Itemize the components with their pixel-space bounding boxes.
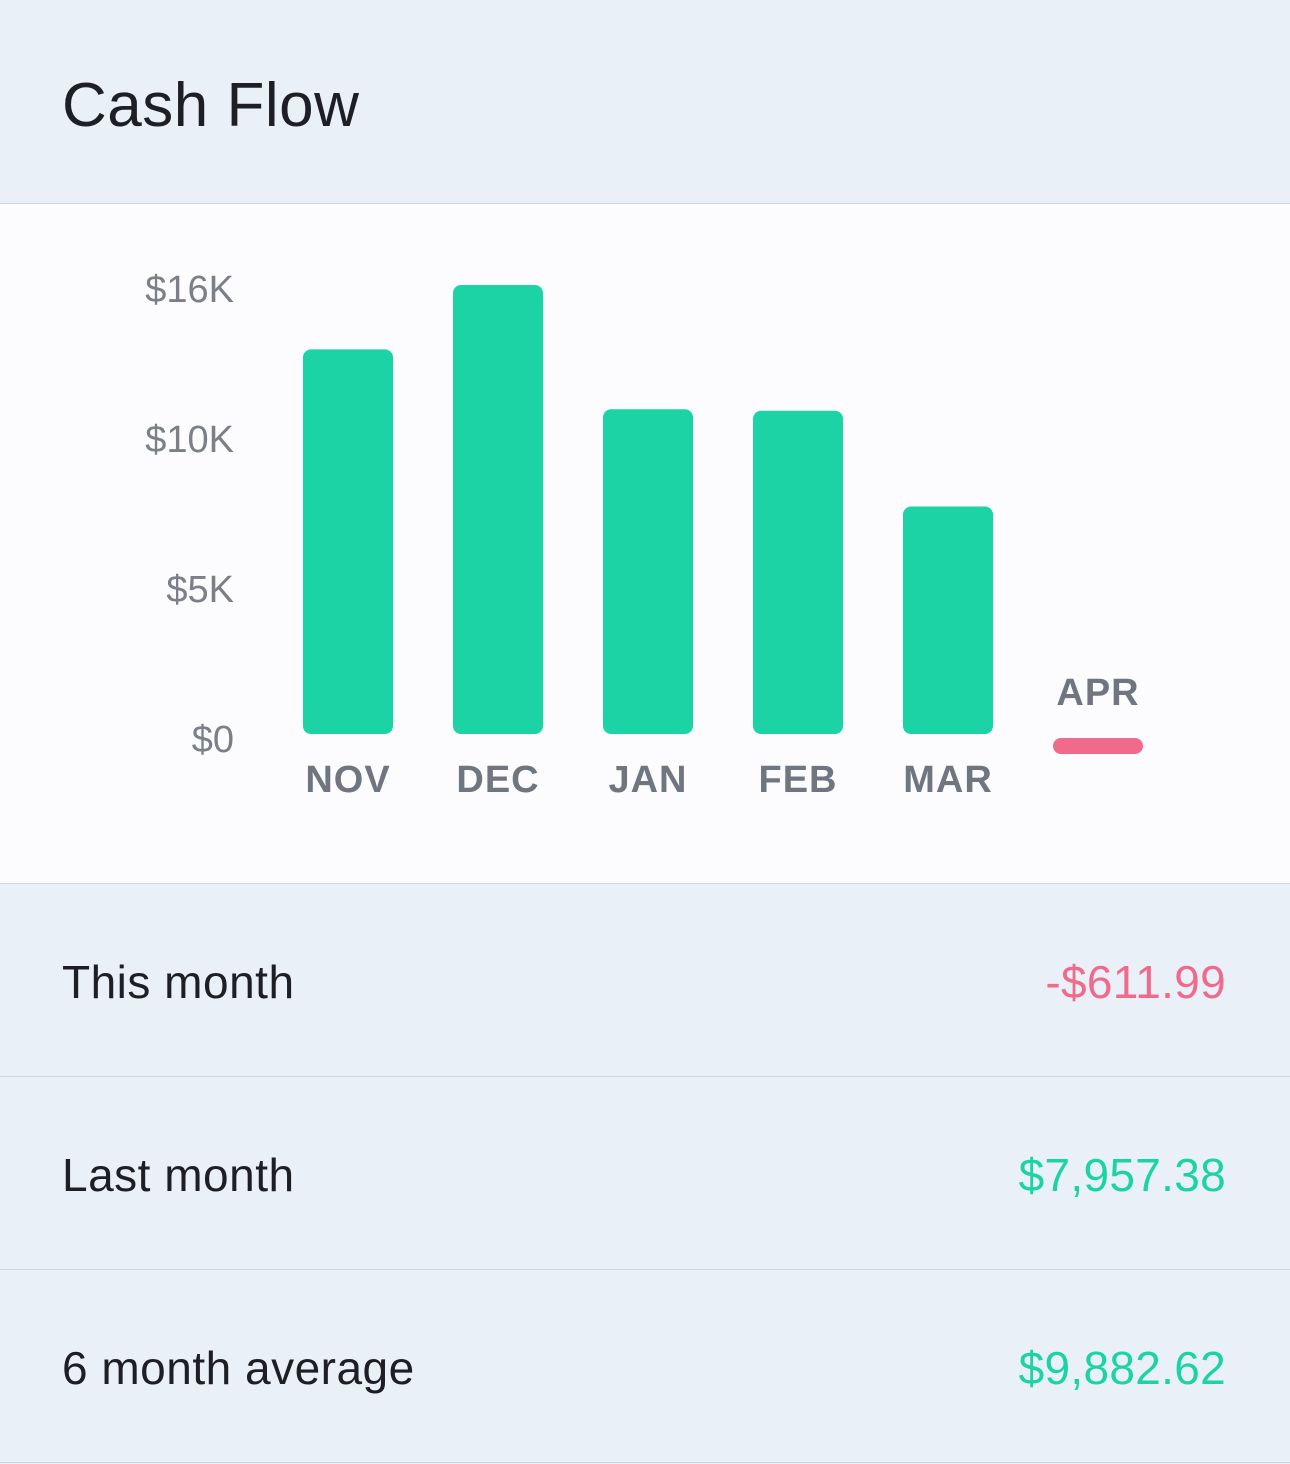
summary-value: $9,882.62 xyxy=(1018,1342,1226,1394)
bar-apr[interactable] xyxy=(1053,738,1143,754)
summary-row-last-month[interactable]: Last month $7,957.38 xyxy=(0,1077,1290,1270)
summary-label: 6 month average xyxy=(62,1342,415,1394)
summary-row-six-month-average[interactable]: 6 month average $9,882.62 xyxy=(0,1270,1290,1463)
cash-flow-chart: $0 $5K $10K $16K NOV DEC JAN FEB MAR APR xyxy=(0,204,1290,884)
bar-jan[interactable] xyxy=(603,409,693,734)
x-category-label: NOV xyxy=(305,759,390,801)
bar-feb[interactable] xyxy=(753,410,843,734)
y-tick-label: $16K xyxy=(145,269,234,311)
chart-canvas: $0 $5K $10K $16K NOV DEC JAN FEB MAR APR xyxy=(145,269,1143,801)
summary-value: $7,957.38 xyxy=(1018,1149,1226,1201)
x-category-label: APR xyxy=(1056,672,1139,714)
x-category-label: DEC xyxy=(456,759,539,801)
summary-row-this-month[interactable]: This month -$611.99 xyxy=(0,884,1290,1077)
y-tick-label: $5K xyxy=(166,569,234,611)
x-category-label: FEB xyxy=(759,759,838,801)
x-category-label: MAR xyxy=(903,759,993,801)
bar-dec[interactable] xyxy=(453,285,543,734)
y-tick-label: $10K xyxy=(145,419,234,461)
page-title: Cash Flow xyxy=(62,71,360,140)
header: Cash Flow xyxy=(0,0,1290,204)
y-tick-label: $0 xyxy=(192,719,234,761)
summary-value: -$611.99 xyxy=(1045,956,1226,1008)
x-category-label: JAN xyxy=(608,759,687,801)
summary-label: This month xyxy=(62,956,295,1008)
summary-label: Last month xyxy=(62,1149,295,1201)
bar-nov[interactable] xyxy=(303,349,393,734)
bar-mar[interactable] xyxy=(903,506,993,734)
